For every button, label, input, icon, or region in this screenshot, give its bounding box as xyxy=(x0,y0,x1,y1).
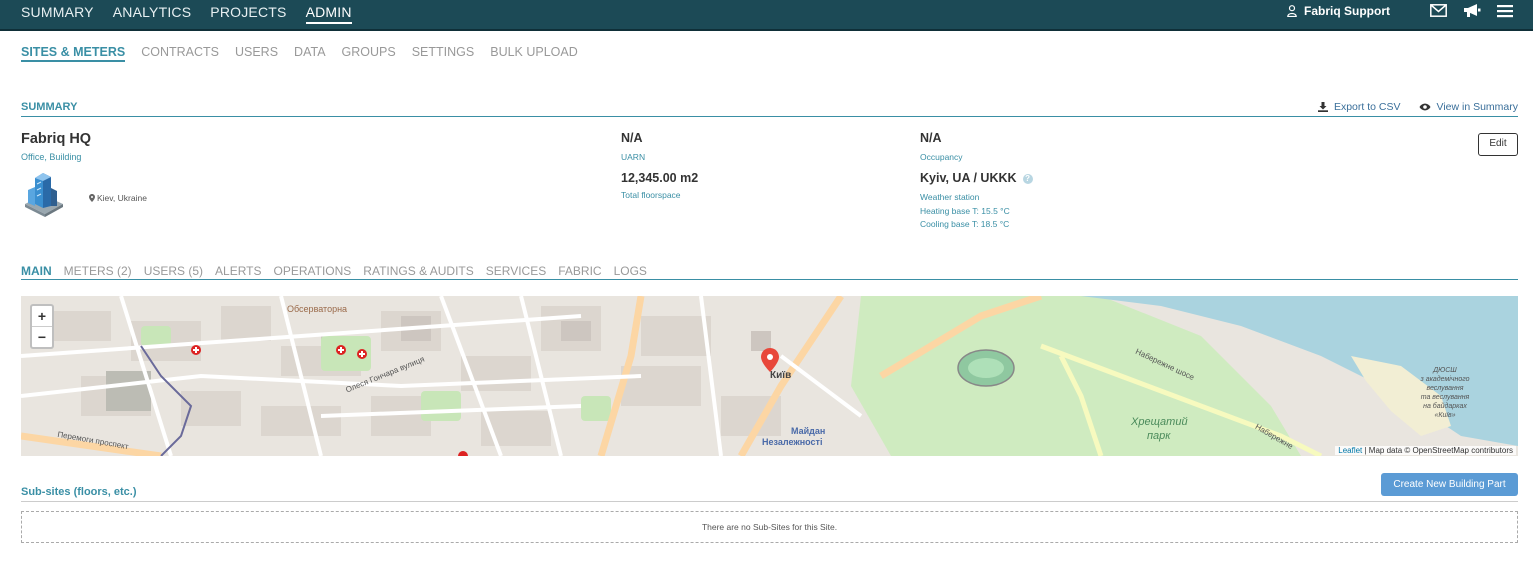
download-icon xyxy=(1317,102,1328,112)
site-tabs: MAIN METERS (2) USERS (5) ALERTS OPERATI… xyxy=(21,264,1518,280)
subnav-bulk-upload[interactable]: BULK UPLOAD xyxy=(490,45,578,62)
tab-logs[interactable]: LOGS xyxy=(614,264,647,278)
view-in-summary-button[interactable]: View in Summary xyxy=(1419,101,1519,113)
create-building-part-button[interactable]: Create New Building Part xyxy=(1381,473,1518,496)
nav-projects[interactable]: PROJECTS xyxy=(210,4,286,24)
building-icon xyxy=(25,173,63,217)
leaflet-link[interactable]: Leaflet xyxy=(1338,446,1362,455)
dyusch-line-2: з академічного xyxy=(1420,376,1470,383)
floorspace-value: 12,345.00 m2 xyxy=(621,171,699,185)
cooling-base-temp: Cooling base T: 18.5 °C xyxy=(920,219,1010,229)
zoom-in-button[interactable]: + xyxy=(32,306,52,327)
hamburger-menu-icon[interactable] xyxy=(1497,4,1513,18)
dyusch-line-4: та веслування xyxy=(1420,394,1470,401)
tab-operations[interactable]: OPERATIONS xyxy=(274,264,352,278)
admin-subnav: SITES & METERS CONTRACTS USERS DATA GROU… xyxy=(21,45,594,62)
tab-fabric[interactable]: FABRIC xyxy=(558,264,601,278)
map-label-maidan-2: Незалежності xyxy=(762,437,823,447)
subnav-sites-meters[interactable]: SITES & METERS xyxy=(21,45,126,62)
weather-station-text: Kyiv, UA / UKKK xyxy=(920,171,1017,185)
summary-header: SUMMARY Export to CSV View in Summary xyxy=(21,101,1518,117)
user-name: Fabriq Support xyxy=(1304,3,1390,18)
export-csv-label: Export to CSV xyxy=(1333,101,1401,113)
weather-station-label: Weather station xyxy=(920,192,980,202)
export-csv-button[interactable]: Export to CSV xyxy=(1317,101,1401,113)
occupancy-label: Occupancy xyxy=(920,152,963,162)
subsites-title: Sub-sites (floors, etc.) xyxy=(21,486,137,498)
summary-title: SUMMARY xyxy=(21,101,78,113)
edit-button[interactable]: Edit xyxy=(1478,133,1518,156)
nav-analytics[interactable]: ANALYTICS xyxy=(113,4,192,24)
tab-users[interactable]: USERS (5) xyxy=(144,264,203,278)
main-nav: SUMMARY ANALYTICS PROJECTS ADMIN xyxy=(21,4,371,24)
mail-icon[interactable] xyxy=(1430,4,1447,17)
heating-base-temp: Heating base T: 15.5 °C xyxy=(920,206,1010,216)
map-attribution: Leaflet | Map data © OpenStreetMap contr… xyxy=(1335,446,1516,455)
dyusch-line-5: на байдарках xyxy=(1423,403,1467,410)
dyusch-line-1: ДЮСШ xyxy=(1433,367,1457,374)
map-label-maidan: Майдан xyxy=(791,426,826,436)
subsites-empty-state: There are no Sub-Sites for this Site. xyxy=(21,511,1518,543)
tab-ratings-audits[interactable]: RATINGS & AUDITS xyxy=(363,264,473,278)
subnav-groups[interactable]: GROUPS xyxy=(342,45,396,62)
map-label-kyiv: Київ xyxy=(770,370,792,381)
help-icon[interactable]: ? xyxy=(1022,173,1033,184)
attribution-text: | Map data © OpenStreetMap contributors xyxy=(1362,446,1514,455)
subnav-settings[interactable]: SETTINGS xyxy=(412,45,475,62)
map-label-park-2: парк xyxy=(1147,430,1171,442)
subsites-divider xyxy=(21,501,1518,502)
weather-station-value: Kyiv, UA / UKKK? xyxy=(920,171,1033,185)
nav-summary[interactable]: SUMMARY xyxy=(21,4,94,24)
occupancy-value: N/A xyxy=(920,131,942,145)
site-location-text: Kiev, Ukraine xyxy=(97,193,147,203)
uarn-value: N/A xyxy=(621,131,643,145)
summary-actions: Export to CSV View in Summary xyxy=(1300,101,1518,113)
site-type: Office, Building xyxy=(21,152,82,162)
user-menu[interactable]: Fabriq Support xyxy=(1287,4,1390,18)
tab-services[interactable]: SERVICES xyxy=(486,264,546,278)
uarn-label: UARN xyxy=(621,152,646,162)
zoom-out-button[interactable]: − xyxy=(32,327,52,347)
eye-icon xyxy=(1419,103,1430,111)
subnav-users[interactable]: USERS xyxy=(235,45,278,62)
dyusch-line-3: веслування xyxy=(1426,385,1464,392)
map-zoom-control: + − xyxy=(30,304,54,349)
view-in-summary-label: View in Summary xyxy=(1436,101,1519,113)
map-label-park: Хрещатий xyxy=(1131,416,1188,428)
megaphone-icon[interactable] xyxy=(1463,3,1481,18)
top-navigation-bar: SUMMARY ANALYTICS PROJECTS ADMIN Fabriq … xyxy=(0,0,1533,31)
map-marker-icon xyxy=(89,194,95,202)
user-icon xyxy=(1287,4,1297,17)
tab-meters[interactable]: METERS (2) xyxy=(64,264,132,278)
site-map[interactable]: Київ Майдан Незалежності Обсерваторна Хр… xyxy=(21,296,1518,456)
dyusch-line-6: «Київ» xyxy=(1434,412,1456,419)
site-name: Fabriq HQ xyxy=(21,131,92,147)
floorspace-label: Total floorspace xyxy=(621,190,681,200)
site-location: Kiev, Ukraine xyxy=(89,193,147,203)
header-right: Fabriq Support xyxy=(1287,3,1513,18)
map-label-dyusch: ДЮСШ з академічного веслування та веслув… xyxy=(1415,366,1475,420)
map-label-observatory: Обсерваторна xyxy=(287,304,348,314)
subnav-contracts[interactable]: CONTRACTS xyxy=(141,45,219,62)
tab-alerts[interactable]: ALERTS xyxy=(215,264,261,278)
nav-admin[interactable]: ADMIN xyxy=(305,4,352,24)
subnav-data[interactable]: DATA xyxy=(294,45,325,62)
tab-main[interactable]: MAIN xyxy=(21,264,52,278)
